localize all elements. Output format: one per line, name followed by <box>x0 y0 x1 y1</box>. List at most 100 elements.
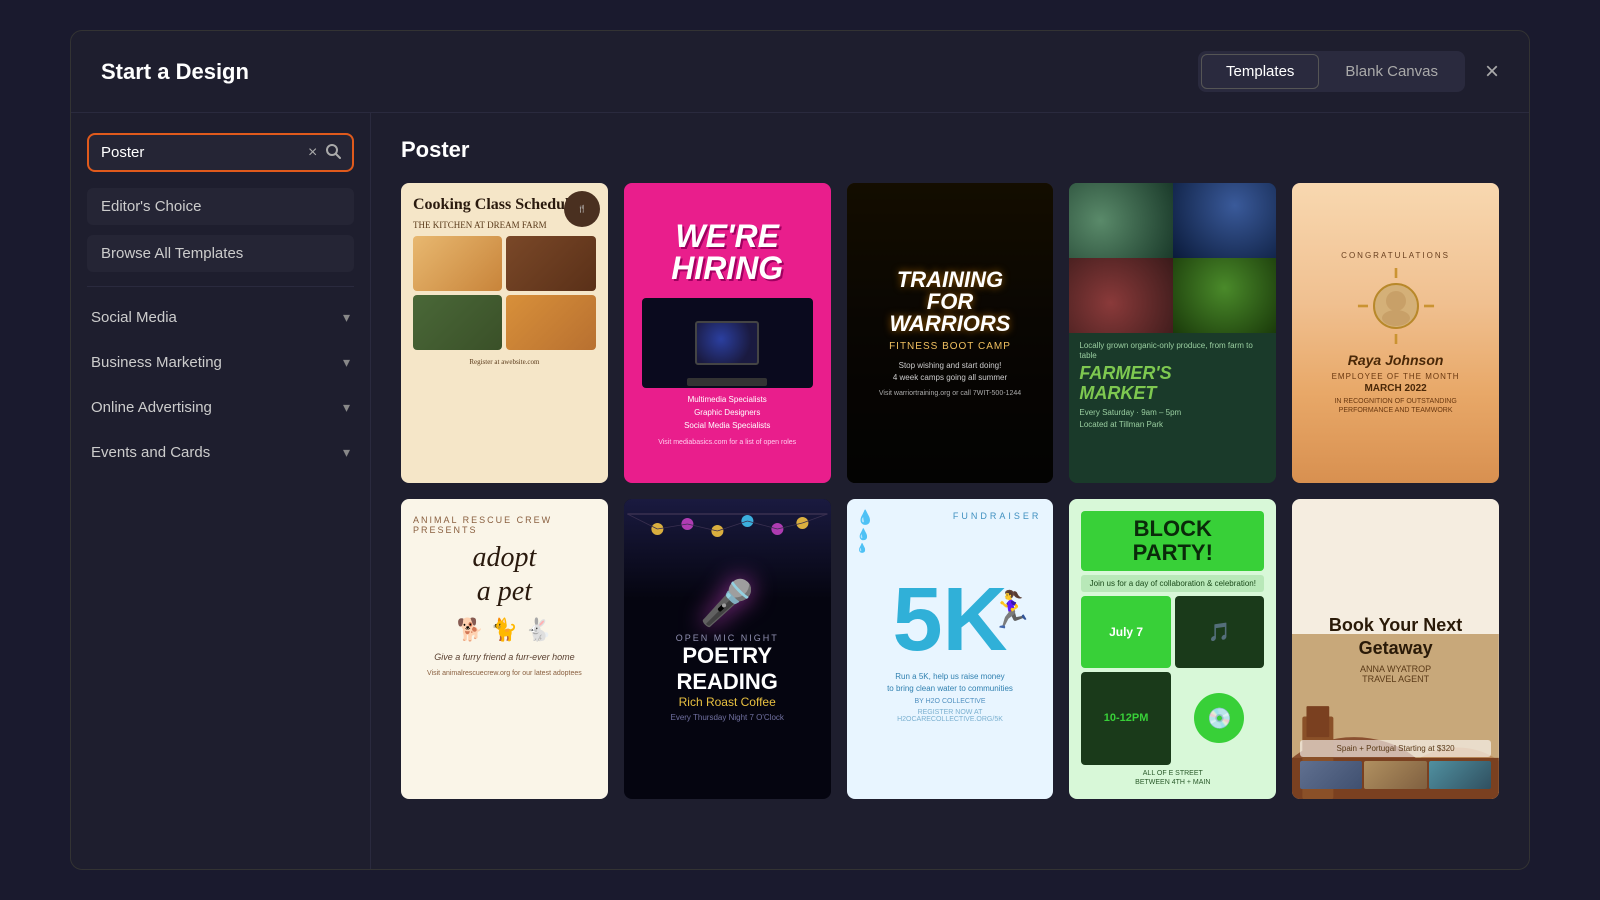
modal-body: × Editor's Choice Browse All Templates S… <box>71 113 1529 869</box>
sidebar-item-editors-choice[interactable]: Editor's Choice <box>87 188 354 225</box>
tab-templates[interactable]: Templates <box>1201 54 1319 89</box>
template-card-adopt-pet[interactable]: ANIMAL RESCUE CREW PRESENTS adopta pet 🐕… <box>401 499 608 799</box>
card-text: TRAININGFORWARRIORS FITNESS BOOT CAMP St… <box>879 269 1021 397</box>
sidebar-item-online-advertising[interactable]: Online Advertising ▾ <box>87 389 354 426</box>
warrior-subtitle: FITNESS BOOT CAMP <box>879 341 1021 352</box>
search-submit-button[interactable] <box>325 143 341 162</box>
5k-number: 5K <box>892 575 1007 665</box>
travel-img-2 <box>1364 761 1426 789</box>
sidebar: × Editor's Choice Browse All Templates S… <box>71 113 371 869</box>
tab-group: Templates Blank Canvas <box>1198 51 1465 92</box>
farm-img-bg2 <box>1173 183 1276 258</box>
search-clear-button[interactable]: × <box>308 145 317 161</box>
poetry-event: Open Mic Night <box>676 633 779 643</box>
template-card-training[interactable]: TRAININGFORWARRIORS FITNESS BOOT CAMP St… <box>847 183 1054 483</box>
close-button[interactable]: × <box>1485 60 1499 84</box>
congrats-label: CONGRATULATIONS <box>1341 251 1450 260</box>
template-card-block-party[interactable]: BLOCKPARTY! Join us for a day of collabo… <box>1069 499 1276 799</box>
mic-icon: 🎤 <box>700 577 755 629</box>
template-card-farmers-market[interactable]: Locally grown organic-only produce, from… <box>1069 183 1276 483</box>
template-card-hiring[interactable]: WE'REHIRING Multimedia SpecialistsGraphi… <box>624 183 831 483</box>
template-card-poetry[interactable]: 🎤 Open Mic Night Poetry Reading Rich Roa… <box>624 499 831 799</box>
poetry-title: Poetry Reading <box>640 643 815 695</box>
section-title: Poster <box>401 137 1499 163</box>
food-image-4 <box>506 295 595 350</box>
block-cell-date: July 7 <box>1081 596 1170 668</box>
travel-img-3 <box>1429 761 1491 789</box>
food-image-1 <box>413 236 502 291</box>
search-input[interactable] <box>101 144 300 161</box>
sidebar-item-events-and-cards[interactable]: Events and Cards ▾ <box>87 434 354 471</box>
farmers-info: Every Saturday · 9am – 5pmLocated at Til… <box>1079 407 1266 429</box>
drop-2: 💧 <box>857 528 874 541</box>
main-content: Poster Cooking Class Schedule THE KITCHE… <box>371 113 1529 869</box>
lights-svg <box>624 499 831 579</box>
chevron-down-icon: ▾ <box>343 444 350 461</box>
animal-icon-2: 🐈 <box>490 616 518 644</box>
modal-header: Start a Design Templates Blank Canvas × <box>71 31 1529 113</box>
block-cell-time: 10-12PM <box>1081 672 1170 765</box>
warrior-contact: Visit warriortraining.org or call 7WIT-5… <box>879 390 1021 397</box>
templates-grid: Cooking Class Schedule THE KITCHEN AT DR… <box>401 183 1499 799</box>
laptop-screen <box>695 321 759 365</box>
fundraiser-label: FUNDRAISER <box>953 511 1042 521</box>
congrats-month: MARCH 2022 <box>1364 383 1426 394</box>
poetry-time: Every Thursday Night 7 O'Clock <box>670 713 783 722</box>
warrior-title: TRAININGFORWARRIORS <box>879 269 1021 335</box>
drop-1: 💧 <box>857 509 874 526</box>
food-image-3 <box>413 295 502 350</box>
food-images-row1 <box>413 236 596 291</box>
card-roles: Multimedia SpecialistsGraphic DesignersS… <box>684 394 770 432</box>
travel-footer: Spain + Portugal Starting at $320 <box>1292 740 1499 789</box>
block-desc: Join us for a day of collaboration & cel… <box>1081 575 1264 592</box>
template-card-5k[interactable]: 💧 💧 💧 FUNDRAISER 5K 🏃‍♀️ Run a 5K, help … <box>847 499 1054 799</box>
card-bottom: Locally grown organic-only produce, from… <box>1069 333 1276 483</box>
travel-content: Book Your Next Getaway ANNA WYATROPTRAVE… <box>1308 602 1483 697</box>
block-cell-icon: 🎵 <box>1175 596 1264 668</box>
travel-images <box>1300 761 1491 789</box>
sun-decoration <box>1356 266 1436 346</box>
card-footer-text: Register at awebsite.com <box>413 358 596 366</box>
search-box[interactable]: × <box>87 133 354 172</box>
laptop-base <box>687 378 767 386</box>
farm-img-bg1 <box>1069 183 1172 258</box>
organic-label: Locally grown organic-only produce, from… <box>1079 341 1266 362</box>
farm-img-bg3 <box>1069 258 1172 333</box>
sun-rays-svg <box>1356 266 1436 346</box>
farm-img-3 <box>1069 258 1172 333</box>
travel-img-1 <box>1300 761 1362 789</box>
5k-desc: Run a 5K, help us raise moneyto bring cl… <box>887 671 1013 693</box>
adopt-url: Visit animalrescuecrew.org for our lates… <box>427 670 582 677</box>
sidebar-item-social-media[interactable]: Social Media ▾ <box>87 299 354 336</box>
sidebar-item-browse-all[interactable]: Browse All Templates <box>87 235 354 272</box>
template-card-congratulations[interactable]: CONGRATULATIONS <box>1292 183 1499 483</box>
sidebar-item-business-marketing[interactable]: Business Marketing ▾ <box>87 344 354 381</box>
city-img-3 <box>1429 761 1491 789</box>
travel-destination: Spain + Portugal Starting at $320 <box>1300 740 1491 757</box>
farmers-market-headline: FARMER'SMARKET <box>1079 364 1266 404</box>
template-card-cooking-class[interactable]: Cooking Class Schedule THE KITCHEN AT DR… <box>401 183 608 483</box>
adopt-subtitle: Give a furry friend a furr-ever home <box>434 652 574 662</box>
farm-img-bg4 <box>1173 258 1276 333</box>
5k-register: REGISTER NOW ATH2OCARECOLLECTIVE.ORG/5K <box>897 709 1003 723</box>
travel-agent: ANNA WYATROPTRAVEL AGENT <box>1320 664 1471 684</box>
block-cell-vinyl: 💿 <box>1194 693 1244 743</box>
template-card-travel[interactable]: Book Your Next Getaway ANNA WYATROPTRAVE… <box>1292 499 1499 799</box>
farm-img-1 <box>1069 183 1172 258</box>
sidebar-label-events-and-cards: Events and Cards <box>91 444 210 461</box>
modal-title: Start a Design <box>101 59 249 85</box>
travel-title: Book Your Next Getaway <box>1320 614 1471 661</box>
block-party-title: BLOCKPARTY! <box>1081 511 1264 571</box>
congrats-award-title: EMPLOYEE OF THE MONTH <box>1332 372 1460 381</box>
warrior-desc: Stop wishing and start doing!4 week camp… <box>879 360 1021 384</box>
card-images <box>1069 183 1276 333</box>
search-icon <box>325 143 341 159</box>
card-url: Visit mediabasics.com for a list of open… <box>658 439 796 446</box>
water-drops: 💧 💧 💧 <box>857 509 874 554</box>
adopt-title: adopta pet <box>473 541 537 608</box>
tab-blank-canvas[interactable]: Blank Canvas <box>1321 54 1462 89</box>
chevron-down-icon: ▾ <box>343 309 350 326</box>
adopt-org: ANIMAL RESCUE CREW PRESENTS <box>413 515 596 535</box>
5k-org: BY H2O COLLECTIVE <box>914 698 985 705</box>
drop-3: 💧 <box>857 543 874 554</box>
